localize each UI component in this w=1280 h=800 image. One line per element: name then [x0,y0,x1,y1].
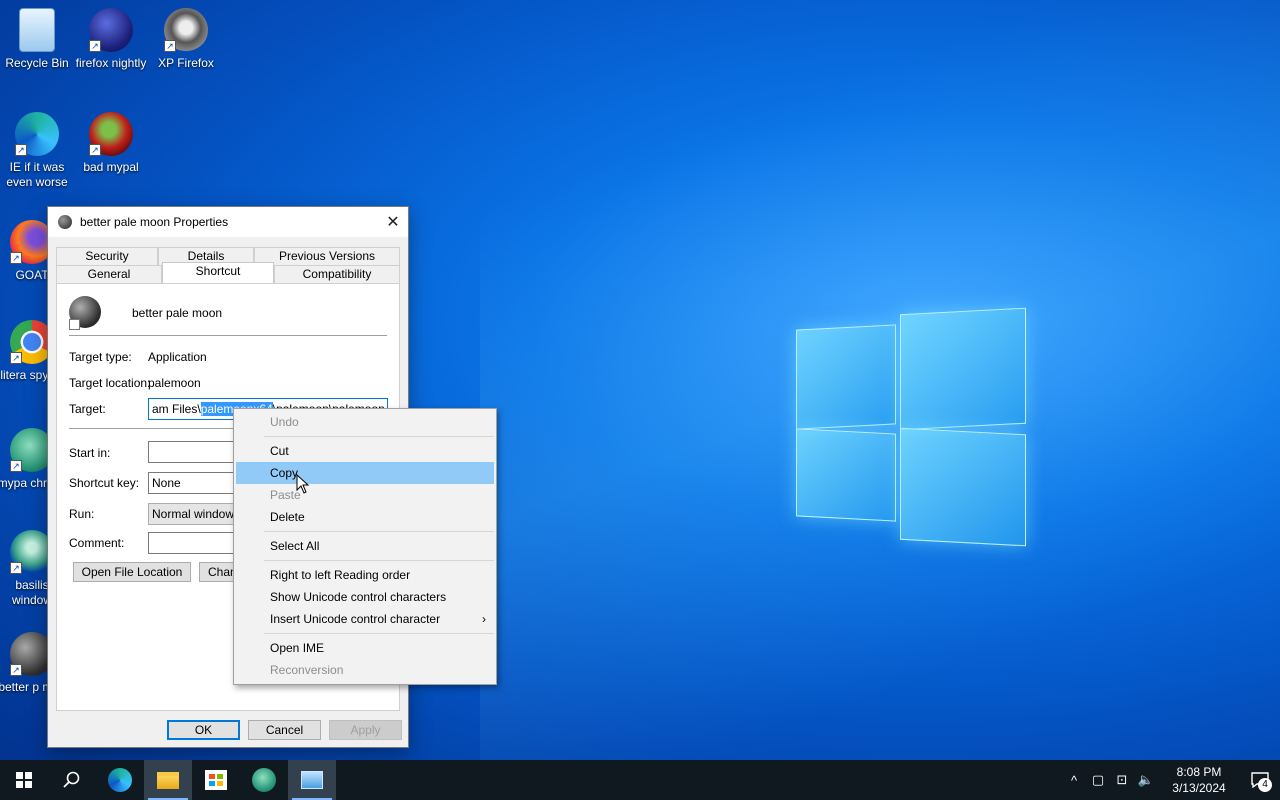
target-type-value: Application [148,350,207,364]
edge-icon [108,768,132,792]
cancel-button[interactable]: Cancel [248,720,321,740]
notification-badge: 4 [1258,778,1272,792]
taskbar-control-panel[interactable] [288,760,336,800]
menu-item-open-ime[interactable]: Open IME [236,637,494,659]
shortcut-key-label: Shortcut key: [69,476,140,490]
menu-separator [264,436,494,437]
dialog-title: better pale moon Properties [80,215,229,229]
mypal-icon: ↗ [89,112,133,156]
start-in-label: Start in: [69,446,111,460]
clock-date: 3/13/2024 [1172,781,1226,795]
mouse-cursor-icon [296,474,310,494]
taskbar-edge[interactable] [96,760,144,800]
menu-item-delete[interactable]: Delete [236,506,494,528]
open-file-location-button[interactable]: Open File Location [73,562,191,582]
menu-separator [264,531,494,532]
desktop-icon-bad-mypal[interactable]: ↗ bad mypal [75,112,147,175]
menu-item-cut[interactable]: Cut [236,440,494,462]
file-explorer-icon [157,771,179,789]
clock[interactable]: 8:08 PM 3/13/2024 [1158,764,1240,796]
menu-item-undo[interactable]: Undo [236,411,494,433]
taskbar: ^ ▢ ⊡ 🔈 8:08 PM 3/13/2024 4 [0,760,1280,800]
tab-strip: Security Details Previous Versions Gener… [56,247,400,283]
apply-button[interactable]: Apply [329,720,402,740]
control-panel-icon [301,771,323,789]
tab-previous-versions[interactable]: Previous Versions [254,247,400,265]
close-button[interactable]: ✕ [378,207,408,237]
mypal-icon [252,768,276,792]
menu-item-insert-unicode[interactable]: Insert Unicode control character › [236,608,494,630]
windows-logo-wallpaper [790,305,1030,550]
context-menu: Undo Cut Copy Paste Delete Select All Ri… [233,408,497,685]
notification-center-button[interactable]: 4 [1240,760,1280,800]
windows-start-icon [16,772,32,788]
network-icon[interactable]: ⊡ [1110,772,1134,788]
start-button[interactable] [0,760,48,800]
ok-button[interactable]: OK [167,720,240,740]
target-location-value: palemoon [148,376,201,390]
taskbar-store[interactable] [192,760,240,800]
comment-label: Comment: [69,536,125,550]
system-tray: ^ ▢ ⊡ 🔈 8:08 PM 3/13/2024 4 [1062,760,1280,800]
edge-icon: ↗ [15,112,59,156]
taskbar-mypal[interactable] [240,760,288,800]
desktop-icon-ie-worse[interactable]: ↗ IE if it was even worse [1,112,73,190]
recycle-bin-icon [19,8,55,52]
menu-separator [264,560,494,561]
search-button[interactable] [48,760,96,800]
menu-item-paste[interactable]: Paste [236,484,494,506]
menu-item-select-all[interactable]: Select All [236,535,494,557]
target-location-label: Target location: [69,376,151,390]
tab-security[interactable]: Security [56,247,158,265]
tab-general[interactable]: General [56,265,162,283]
divider [69,335,387,336]
chevron-up-icon[interactable]: ^ [1062,773,1086,788]
meet-now-icon[interactable]: ▢ [1086,772,1110,788]
run-label: Run: [69,507,95,521]
store-icon [205,770,227,790]
target-label: Target: [69,402,106,416]
volume-muted-icon[interactable]: 🔈 [1134,772,1158,788]
chevron-right-icon: › [482,612,486,626]
pale-moon-icon [58,215,72,229]
shortcut-name: better pale moon [132,306,223,320]
tab-compatibility[interactable]: Compatibility [274,265,400,283]
raccoon-icon: ↗ [164,8,208,52]
search-icon [63,771,80,788]
target-type-label: Target type: [69,350,132,364]
tab-shortcut[interactable]: Shortcut [162,262,274,283]
shortcut-arrow-icon [69,319,80,330]
dialog-titlebar[interactable]: better pale moon Properties ✕ [48,207,408,237]
menu-item-reconversion[interactable]: Reconversion [236,659,494,681]
menu-item-copy[interactable]: Copy [236,462,494,484]
clock-time: 8:08 PM [1176,765,1222,779]
taskbar-file-explorer[interactable] [144,760,192,800]
firefox-nightly-icon: ↗ [89,8,133,52]
menu-item-rtl-reading-order[interactable]: Right to left Reading order [236,564,494,586]
pale-moon-icon [69,296,101,330]
menu-separator [264,633,494,634]
desktop-icon-recycle-bin[interactable]: Recycle Bin [1,8,73,71]
menu-item-show-unicode[interactable]: Show Unicode control characters [236,586,494,608]
desktop-icon-xp-firefox[interactable]: ↗ XP Firefox [150,8,222,71]
desktop-icon-firefox-nightly[interactable]: ↗ firefox nightly [75,8,147,71]
